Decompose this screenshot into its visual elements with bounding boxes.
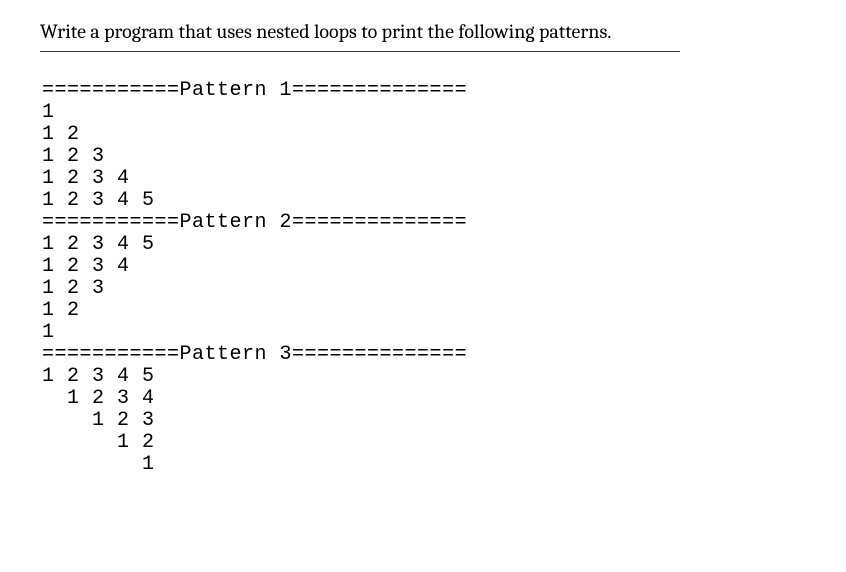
pattern-2-header: ===========Pattern 2==============: [42, 211, 467, 234]
pattern-1-line-2: 1 2: [42, 123, 80, 146]
pattern-3-line-3: 1 2 3: [42, 409, 155, 432]
pattern-2-line-2: 1 2 3 4: [42, 255, 130, 278]
pattern-1-line-3: 1 2 3: [42, 145, 105, 168]
pattern-1-line-5: 1 2 3 4 5: [42, 189, 155, 212]
divider: [40, 51, 680, 52]
pattern-3-line-2: 1 2 3 4: [42, 387, 155, 410]
pattern-3-line-5: 1: [42, 453, 155, 476]
pattern-3-header: ===========Pattern 3==============: [42, 343, 467, 366]
pattern-2-line-5: 1: [42, 321, 55, 344]
pattern-1-line-4: 1 2 3 4: [42, 167, 130, 190]
pattern-2-line-3: 1 2 3: [42, 277, 105, 300]
pattern-2-line-1: 1 2 3 4 5: [42, 233, 155, 256]
pattern-3-line-4: 1 2: [42, 431, 155, 454]
code-output-block: ===========Pattern 1============== 1 1 2…: [40, 58, 806, 476]
pattern-2-line-4: 1 2: [42, 299, 80, 322]
pattern-1-header: ===========Pattern 1==============: [42, 79, 467, 102]
pattern-3-line-1: 1 2 3 4 5: [42, 365, 155, 388]
question-prompt: Write a program that uses nested loops t…: [40, 20, 806, 43]
pattern-1-line-1: 1: [42, 101, 55, 124]
